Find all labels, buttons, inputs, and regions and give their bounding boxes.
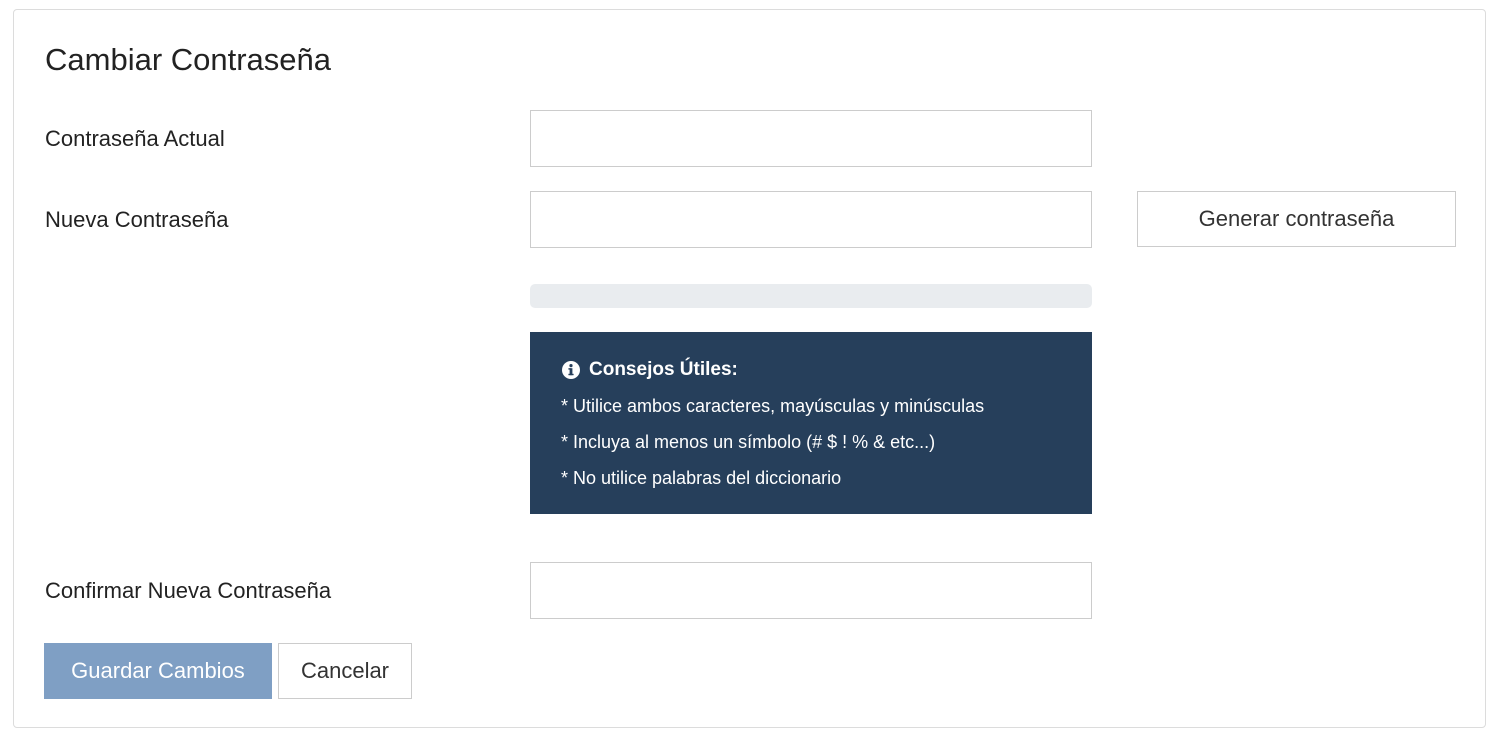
new-password-label: Nueva Contraseña — [45, 207, 229, 232]
change-password-card: Cambiar Contraseña Contraseña Actual Nue… — [13, 9, 1486, 728]
current-password-input[interactable] — [530, 110, 1092, 167]
confirm-password-input[interactable] — [530, 562, 1092, 619]
info-circle-icon — [562, 361, 580, 379]
confirm-password-label: Confirmar Nueva Contraseña — [45, 578, 332, 603]
tip-item: * Incluya al menos un símbolo (# $ ! % &… — [561, 432, 936, 452]
tip-item: * No utilice palabras del diccionario — [561, 468, 842, 488]
cancel-button[interactable]: Cancelar — [278, 643, 412, 699]
password-strength-bar — [530, 284, 1092, 308]
new-password-input[interactable] — [530, 191, 1092, 248]
page-title: Cambiar Contraseña — [45, 42, 332, 77]
tips-heading-text: Consejos Útiles: — [589, 359, 738, 380]
tip-item: * Utilice ambos caracteres, mayúsculas y… — [561, 396, 985, 416]
generate-password-button[interactable]: Generar contraseña — [1137, 191, 1456, 247]
tips-heading: Consejos Útiles: — [562, 358, 1092, 382]
save-changes-button[interactable]: Guardar Cambios — [44, 643, 272, 699]
current-password-label: Contraseña Actual — [45, 126, 225, 151]
password-tips-box: Consejos Útiles: * Utilice ambos caracte… — [530, 332, 1092, 514]
